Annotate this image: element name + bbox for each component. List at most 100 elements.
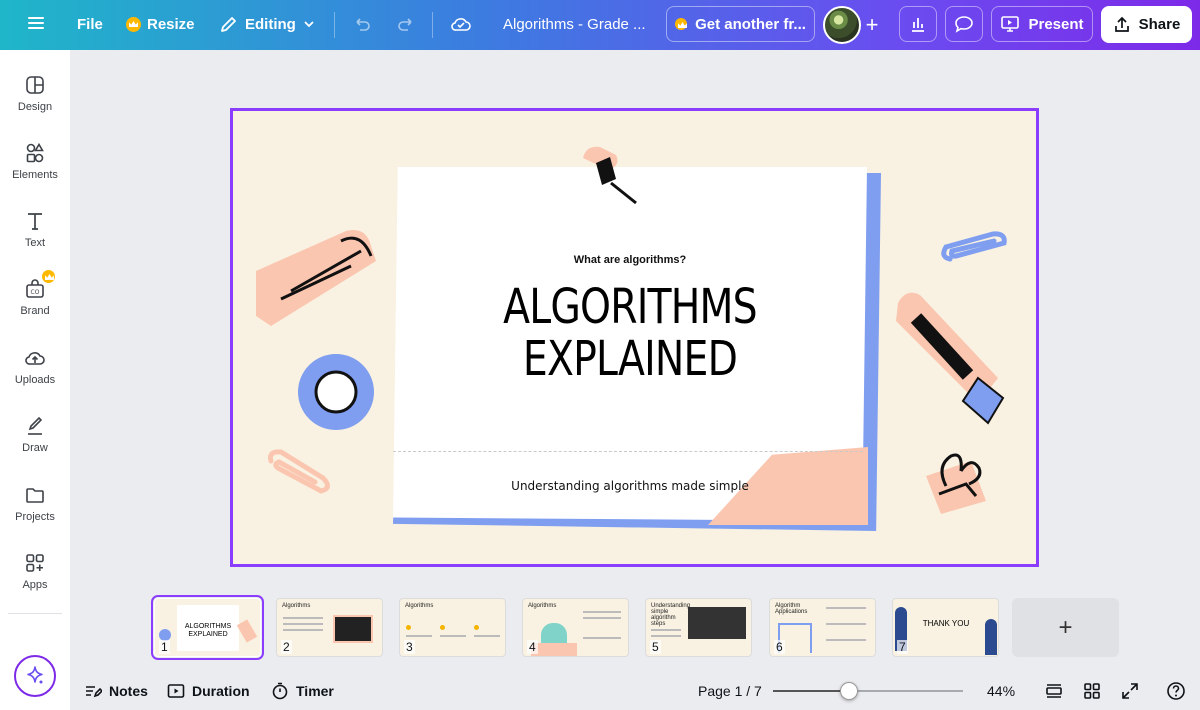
stapler-illustration[interactable] — [251, 221, 381, 331]
sidebar-item-uploads[interactable]: Uploads — [0, 347, 70, 386]
pencil-icon — [221, 17, 236, 32]
slide-question[interactable]: What are algorithms? — [393, 254, 867, 266]
apps-icon — [26, 554, 44, 572]
add-collaborator-button[interactable]: + — [857, 10, 887, 40]
avatar[interactable] — [823, 6, 861, 44]
sidebar-item-label: Projects — [15, 511, 55, 523]
thumbnail-title: Understanding simple algorithm steps — [651, 603, 691, 627]
slide-thumbnail-5[interactable]: Understanding simple algorithm steps 5 — [645, 598, 752, 657]
zoom-slider[interactable] — [773, 682, 963, 700]
redo-button[interactable] — [396, 14, 416, 34]
left-sidebar: Design Elements Text CO Brand Uploads Dr… — [0, 50, 70, 710]
file-menu[interactable]: File — [77, 16, 103, 33]
thumbnail-title: Algorithms — [282, 603, 311, 609]
slide-thumbnail-6[interactable]: Algorithm Applications 6 — [769, 598, 876, 657]
elements-icon — [26, 142, 44, 163]
slide-title[interactable]: ALGORITHMS EXPLAINED — [436, 281, 825, 385]
add-page-button[interactable]: + — [1012, 598, 1119, 657]
redo-icon — [398, 18, 412, 31]
resize-button[interactable]: Resize — [126, 16, 195, 33]
sidebar-item-draw[interactable]: Draw — [0, 415, 70, 454]
share-icon — [1114, 16, 1129, 32]
timer-label: Timer — [296, 683, 334, 699]
slide-subtitle[interactable]: Understanding algorithms made simple — [393, 479, 867, 493]
document-title[interactable]: Algorithms - Grade ... — [503, 16, 646, 33]
paperclip-illustration[interactable] — [938, 229, 1010, 269]
duration-button[interactable]: Duration — [167, 682, 250, 700]
undo-icon — [356, 18, 370, 31]
zoom-slider-handle[interactable] — [840, 682, 858, 700]
undo-button[interactable] — [352, 14, 372, 34]
question-bold-text: algorithms? — [623, 254, 687, 266]
comments-button[interactable] — [945, 6, 983, 42]
thumbnail-number: 2 — [281, 640, 292, 654]
svg-text:CO: CO — [31, 289, 40, 296]
sidebar-item-label: Draw — [22, 442, 48, 454]
paper-dashed-line — [393, 451, 863, 452]
title-line-1: ALGORITHMS — [503, 279, 757, 335]
zoom-level[interactable]: 44% — [987, 683, 1015, 699]
sidebar-item-label: Uploads — [14, 374, 56, 386]
sidebar-item-projects[interactable]: Projects — [0, 484, 70, 523]
crown-icon — [42, 270, 55, 288]
slide-thumbnail-7[interactable]: THANK YOU 7 — [892, 598, 999, 657]
slide-thumbnail-2[interactable]: Algorithms 2 — [276, 598, 383, 657]
upgrade-button[interactable]: Get another fr... — [666, 6, 815, 42]
thumbnail-number: 5 — [650, 640, 661, 654]
thumbnail-number: 6 — [774, 640, 785, 654]
sidebar-item-apps[interactable]: Apps — [0, 552, 70, 591]
notes-label: Notes — [109, 683, 148, 699]
thumbnail-number: 1 — [159, 640, 170, 654]
paperclip-illustration[interactable] — [263, 446, 333, 496]
editing-mode-dropdown[interactable]: Editing — [219, 14, 316, 34]
thumbnail-title: Algorithms — [405, 603, 434, 609]
sidebar-item-brand[interactable]: CO Brand — [0, 278, 70, 317]
toolbar-divider — [334, 12, 335, 38]
fullscreen-icon[interactable] — [1120, 681, 1140, 701]
tape-roll-illustration[interactable] — [295, 351, 377, 433]
present-icon — [1001, 16, 1020, 32]
highlighter-illustration[interactable] — [888, 283, 1018, 433]
sidebar-divider — [8, 613, 62, 614]
title-line-2: EXPLAINED — [522, 331, 738, 387]
slide-thumbnail-3[interactable]: Algorithms 3 — [399, 598, 506, 657]
design-icon — [26, 76, 44, 94]
timer-button[interactable]: Timer — [271, 682, 334, 700]
document-title-text: Algorithms - Grade ... — [503, 16, 646, 33]
pushpin-illustration[interactable] — [578, 143, 640, 205]
present-label: Present — [1028, 15, 1084, 33]
thumbnail-title: Algorithm Applications — [775, 603, 808, 615]
share-button[interactable]: Share — [1101, 6, 1192, 43]
thumbnail-number: 4 — [527, 640, 538, 654]
question-text: What are — [573, 254, 624, 266]
draw-icon — [28, 416, 43, 435]
toolbar-divider — [432, 12, 433, 38]
pages-view-icon[interactable] — [1044, 681, 1064, 701]
slide-canvas[interactable]: What are algorithms? ALGORITHMS EXPLAINE… — [230, 108, 1039, 567]
help-icon[interactable] — [1166, 681, 1186, 701]
sparkle-icon — [27, 666, 43, 684]
thumbnail-title: THANK YOU — [922, 619, 970, 628]
notes-button[interactable]: Notes — [84, 682, 148, 700]
thumbnail-title: Algorithms — [528, 603, 557, 609]
menu-icon[interactable] — [27, 14, 45, 32]
sidebar-item-label: Design — [17, 101, 53, 113]
thumbnail-number: 7 — [897, 640, 908, 654]
present-button[interactable]: Present — [991, 6, 1093, 42]
page-indicator[interactable]: Page 1 / 7 — [698, 683, 762, 699]
sidebar-item-label: Elements — [12, 169, 58, 181]
cloud-saved-icon[interactable] — [450, 14, 472, 34]
stopwatch-icon — [272, 682, 288, 700]
binder-clip-illustration[interactable] — [921, 446, 1001, 516]
plus-icon: + — [865, 12, 879, 37]
sidebar-item-elements[interactable]: Elements — [0, 142, 70, 181]
sidebar-item-label: Text — [24, 237, 46, 249]
grid-view-icon[interactable] — [1082, 681, 1102, 701]
sidebar-item-text[interactable]: Text — [0, 210, 70, 249]
sidebar-item-design[interactable]: Design — [0, 74, 70, 113]
magic-assistant-button[interactable] — [14, 655, 56, 697]
insights-button[interactable] — [899, 6, 937, 42]
top-toolbar: File Resize Editing Algorithms - Grade .… — [0, 0, 1200, 50]
slide-thumbnail-4[interactable]: Algorithms 4 — [522, 598, 629, 657]
slide-thumbnail-1[interactable]: ALGORITHMS EXPLAINED 1 — [151, 595, 264, 660]
